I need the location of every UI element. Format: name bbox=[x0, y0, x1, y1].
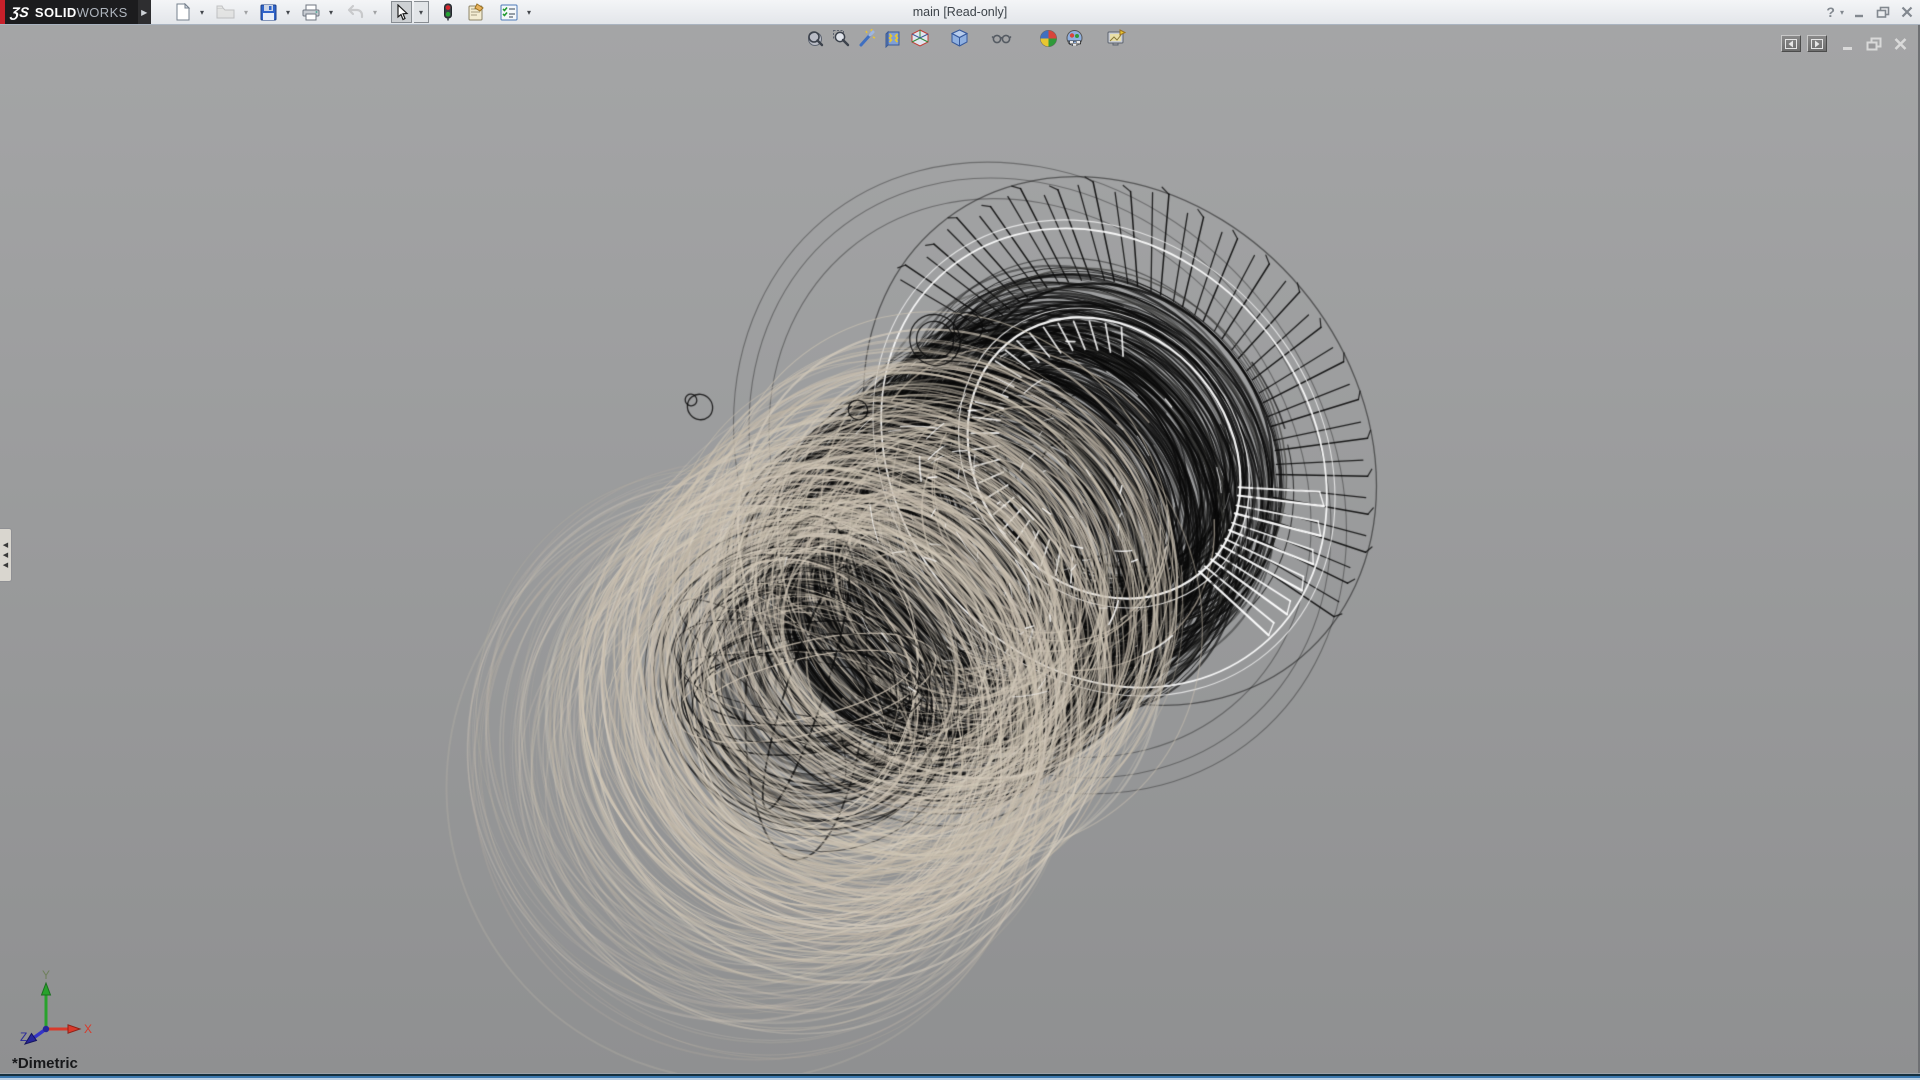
print-button[interactable] bbox=[300, 1, 322, 23]
model-wireframe-turbine[interactable] bbox=[0, 25, 1918, 1073]
triad-x-label: X bbox=[84, 1022, 92, 1036]
cursor-icon bbox=[394, 4, 409, 21]
minimize-icon[interactable] bbox=[1853, 5, 1867, 19]
featuremanager-collapsed-tab[interactable]: ◀ ◀ ◀ bbox=[0, 528, 12, 582]
print-dropdown[interactable]: ▾ bbox=[327, 8, 335, 17]
apply-scene-icon[interactable] bbox=[1065, 29, 1084, 48]
view-settings-icon[interactable] bbox=[1106, 29, 1127, 48]
help-icon[interactable]: ? bbox=[1826, 4, 1835, 20]
headsup-view-toolbar bbox=[806, 28, 1134, 48]
pane-right-icon bbox=[1811, 39, 1823, 49]
save-button[interactable] bbox=[258, 1, 279, 23]
undo-arrow-icon bbox=[345, 4, 364, 20]
close-icon[interactable] bbox=[1900, 5, 1914, 19]
previous-view-icon[interactable] bbox=[858, 29, 877, 48]
checklist-button[interactable] bbox=[498, 1, 520, 23]
menu-flyout-button[interactable]: ▶ bbox=[138, 0, 151, 24]
folder-icon bbox=[216, 4, 235, 20]
printer-icon bbox=[302, 4, 320, 21]
graphics-area[interactable]: ◀ ◀ ◀ Y X Z *Dimetric bbox=[0, 25, 1920, 1073]
main-toolbar: ▾ ▾ ▾ ▾ ▾ bbox=[172, 0, 541, 24]
checklist-dropdown[interactable]: ▾ bbox=[525, 8, 533, 17]
solidworks-window: ƷS SOLIDWORKS ▶ ▾ ▾ ▾ bbox=[0, 0, 1920, 1080]
help-dropdown[interactable]: ▾ bbox=[1840, 8, 1844, 17]
document-window-controls bbox=[1781, 35, 1908, 52]
annotation-button[interactable] bbox=[465, 1, 488, 23]
brand-box: ƷS SOLIDWORKS bbox=[5, 0, 138, 24]
pane-left-icon bbox=[1785, 39, 1797, 49]
window-controls: ? ▾ bbox=[1826, 0, 1914, 24]
view-orientation-icon[interactable] bbox=[910, 29, 930, 48]
solidworks-logo: ƷS SOLIDWORKS ▶ bbox=[0, 0, 151, 24]
doc-close-icon[interactable] bbox=[1893, 37, 1908, 51]
flyout-arrow-icon: ▶ bbox=[141, 8, 147, 17]
edit-appearance-icon[interactable] bbox=[1039, 29, 1058, 48]
hide-show-items-icon[interactable] bbox=[991, 30, 1013, 46]
triad-z-label: Z bbox=[20, 1030, 27, 1044]
brand-name-light: WORKS bbox=[77, 5, 128, 20]
open-dropdown[interactable]: ▾ bbox=[242, 8, 250, 17]
ds-logo-icon: ƷS bbox=[10, 4, 30, 20]
section-view-icon[interactable] bbox=[884, 29, 903, 48]
collapse-arrow-icon: ◀ bbox=[3, 552, 8, 559]
statusbar bbox=[0, 1073, 1920, 1080]
triad-y-label: Y bbox=[42, 969, 50, 982]
open-button[interactable] bbox=[214, 1, 237, 23]
doc-restore-icon[interactable] bbox=[1866, 36, 1883, 51]
note-hand-icon bbox=[467, 3, 486, 21]
undo-button[interactable] bbox=[343, 1, 366, 23]
collapse-arrow-icon: ◀ bbox=[3, 542, 8, 549]
titlebar: ƷS SOLIDWORKS ▶ ▾ ▾ ▾ bbox=[0, 0, 1920, 25]
checklist-icon bbox=[500, 4, 518, 21]
display-style-icon[interactable] bbox=[950, 29, 969, 48]
selection-filter-button[interactable] bbox=[441, 1, 455, 23]
orientation-triad: Y X Z bbox=[8, 969, 98, 1047]
zoom-to-fit-icon[interactable] bbox=[806, 29, 825, 48]
restore-icon[interactable] bbox=[1876, 5, 1891, 19]
undo-dropdown[interactable]: ▾ bbox=[371, 8, 379, 17]
collapse-arrow-icon: ◀ bbox=[3, 562, 8, 569]
traffic-light-icon bbox=[443, 3, 453, 21]
page-icon bbox=[174, 3, 191, 21]
select-button[interactable] bbox=[391, 1, 412, 23]
next-pane-button[interactable] bbox=[1807, 35, 1827, 52]
previous-pane-button[interactable] bbox=[1781, 35, 1801, 52]
new-document-button[interactable] bbox=[172, 1, 193, 23]
select-dropdown[interactable]: ▾ bbox=[414, 1, 429, 23]
save-dropdown[interactable]: ▾ bbox=[284, 8, 292, 17]
doc-minimize-icon[interactable] bbox=[1841, 37, 1856, 51]
view-orientation-label: *Dimetric bbox=[12, 1055, 78, 1072]
brand-name-strong: SOLID bbox=[35, 5, 77, 20]
zoom-to-area-icon[interactable] bbox=[832, 29, 851, 48]
new-dropdown[interactable]: ▾ bbox=[198, 8, 206, 17]
floppy-icon bbox=[260, 4, 277, 21]
